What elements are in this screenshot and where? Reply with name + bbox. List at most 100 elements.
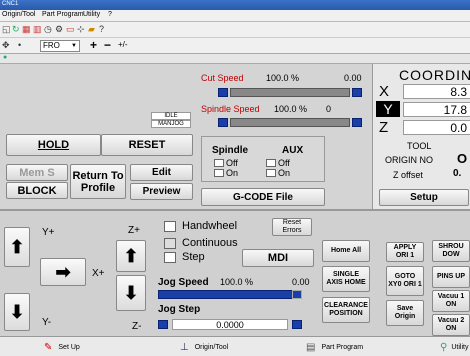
toolbar-strip: ● [0,54,470,64]
tab-set-up[interactable]: ✎ Set Up [44,340,80,354]
tool-label: TOOL [407,141,432,151]
mdi-button[interactable]: MDI [242,249,314,267]
jog-icon[interactable]: ✥ [2,38,10,52]
grid-icon[interactable]: ▦ [22,22,31,36]
y-minus-label: Y- [42,317,52,328]
plus-button[interactable]: + [90,38,97,52]
jog-y-plus-button[interactable]: ⬆ [4,227,30,267]
spindle-speed-slider[interactable] [230,118,350,127]
chevron-down-icon: ▼ [71,43,77,49]
return-to-profile-button[interactable]: Return To Profile [70,164,126,199]
jog-step-increase-button[interactable] [292,320,302,329]
spindle-speed-increase-button[interactable] [352,118,362,127]
axis-origin-icon: ⊥ [180,341,189,353]
vacuum-1-button[interactable]: Vacuu 1 ON [432,290,470,312]
jog-y-minus-button[interactable]: ⬇ [4,293,30,331]
jog-panel: ⬆ Y+ ➡ X+ ⬇ Y- Z+ ⬆ ⬇ Z- Handwheel Reset… [0,209,470,336]
open-icon[interactable]: ◱ [2,22,11,36]
jog-step-label: Jog Step [158,304,201,315]
y-plus-label: Y+ [42,227,55,238]
axis-icon[interactable]: ⊹ [77,22,85,36]
status-led-icon: ● [3,54,8,61]
jog-step-decrease-button[interactable] [158,320,168,329]
feed-mode-select[interactable]: FRO ▼ [40,40,80,52]
single-axis-home-button[interactable]: SINGLE AXIS HOME [322,266,370,292]
continuous-checkbox[interactable] [164,238,176,249]
minus-button[interactable]: − [104,38,111,52]
edit-button[interactable]: Edit [130,164,193,181]
home-all-button[interactable]: Home All [322,240,370,262]
tool-icon[interactable]: ▥ [33,22,42,36]
wrench-icon: ✎ [44,341,53,353]
coordinates-title: COORDIN [399,67,470,83]
spindle-on-checkbox[interactable] [214,169,224,177]
jog-speed-slider[interactable] [158,290,300,299]
tab-utility[interactable]: ⚲ Utility [440,340,468,354]
copy-icon[interactable]: ▭ [66,22,75,36]
mode-status: MANJOG [151,120,191,128]
pins-up-button[interactable]: PINS UP [432,266,470,288]
tab-origin-tool[interactable]: ⊥ Origin/Tool [180,340,228,354]
step-label: Step [182,251,205,263]
cut-speed-slider[interactable] [230,88,350,97]
jog-x-plus-button[interactable]: ➡ [40,258,86,286]
spindle-on-label: On [226,168,239,178]
apply-ori-button[interactable]: APPLY ORI 1 [386,242,424,262]
reset-errors-button[interactable]: Reset Errors [272,218,312,236]
app-title: CNC1 [2,1,19,7]
z-plus-label: Z+ [128,225,140,236]
aux-title: AUX [282,145,304,156]
step-checkbox[interactable] [164,252,176,263]
document-icon: ▤ [306,341,316,353]
jog-z-minus-button[interactable]: ⬇ [116,275,146,311]
preview-button[interactable]: Preview [130,183,193,200]
setup-button[interactable]: Setup [379,189,469,206]
jog-speed-increase-button[interactable] [292,290,302,299]
help-icon[interactable]: ? [99,22,104,36]
menu-utility[interactable]: Utility [83,11,100,18]
settings-icon[interactable]: ⚙ [55,22,63,36]
tab-part-program-label: Part Program [321,343,364,351]
menu-origin-tool[interactable]: Origin/Tool [2,11,35,18]
hold-button[interactable]: HOLD [6,134,101,156]
folder-icon[interactable]: ▰ [88,22,95,36]
cut-speed-decrease-button[interactable] [218,88,228,97]
vacuum-2-button[interactable]: Vacuu 2 ON [432,314,470,336]
dot-icon[interactable]: • [18,38,21,52]
aux-on-checkbox[interactable] [266,169,276,177]
save-origin-button[interactable]: Save Origin [386,300,424,326]
feed-mode-value: FRO [43,41,60,50]
plus-minus-button[interactable]: +/- [118,38,128,52]
clock-icon[interactable]: ◷ [44,22,52,36]
gcode-file-button[interactable]: G-CODE File [201,188,325,206]
menu-part-program[interactable]: Part Program [42,11,84,18]
mem-s-button[interactable]: Mem S [6,164,68,181]
jog-z-plus-button[interactable]: ⬆ [116,240,146,272]
spindle-off-checkbox[interactable] [214,159,224,167]
toolbar-feed: ✥ • FRO ▼ + − +/- [0,38,470,54]
z-coordinate-value: 0.0 [403,120,470,135]
handwheel-label: Handwheel [182,220,238,232]
reset-button[interactable]: RESET [101,134,193,156]
cut-speed-increase-button[interactable] [352,88,362,97]
cut-speed-pct: 100.0 % [266,73,300,83]
x-axis-label: X [379,83,390,100]
block-button[interactable]: BLOCK [6,182,68,199]
menu-help[interactable]: ? [108,11,112,18]
main-panel: IDLE MANJOG HOLD RESET Mem S BLOCK Retur… [0,64,470,209]
aux-off-checkbox[interactable] [266,159,276,167]
menu-bar: Origin/Tool Part Program Utility ? [0,10,470,22]
spindle-speed-decrease-button[interactable] [218,118,228,127]
spindle-speed-label: Spindle Speed [201,104,260,114]
idle-status: IDLE [151,112,191,120]
y-coordinate-value: 17.8 [403,102,470,117]
handwheel-checkbox[interactable] [164,221,176,232]
goto-xy0-button[interactable]: GOTO XY0 ORI 1 [386,266,424,296]
tab-utility-label: Utility [451,343,469,351]
refresh-icon[interactable]: ↻ [12,22,20,36]
cut-speed-label: Cut Speed [201,73,244,83]
tab-part-program[interactable]: ▤ Part Program [306,340,363,354]
shroud-down-button[interactable]: SHROU DOW [432,240,470,262]
clearance-position-button[interactable]: CLEARANCE POSITION [322,297,370,323]
y-axis-label[interactable]: Y [376,101,400,117]
